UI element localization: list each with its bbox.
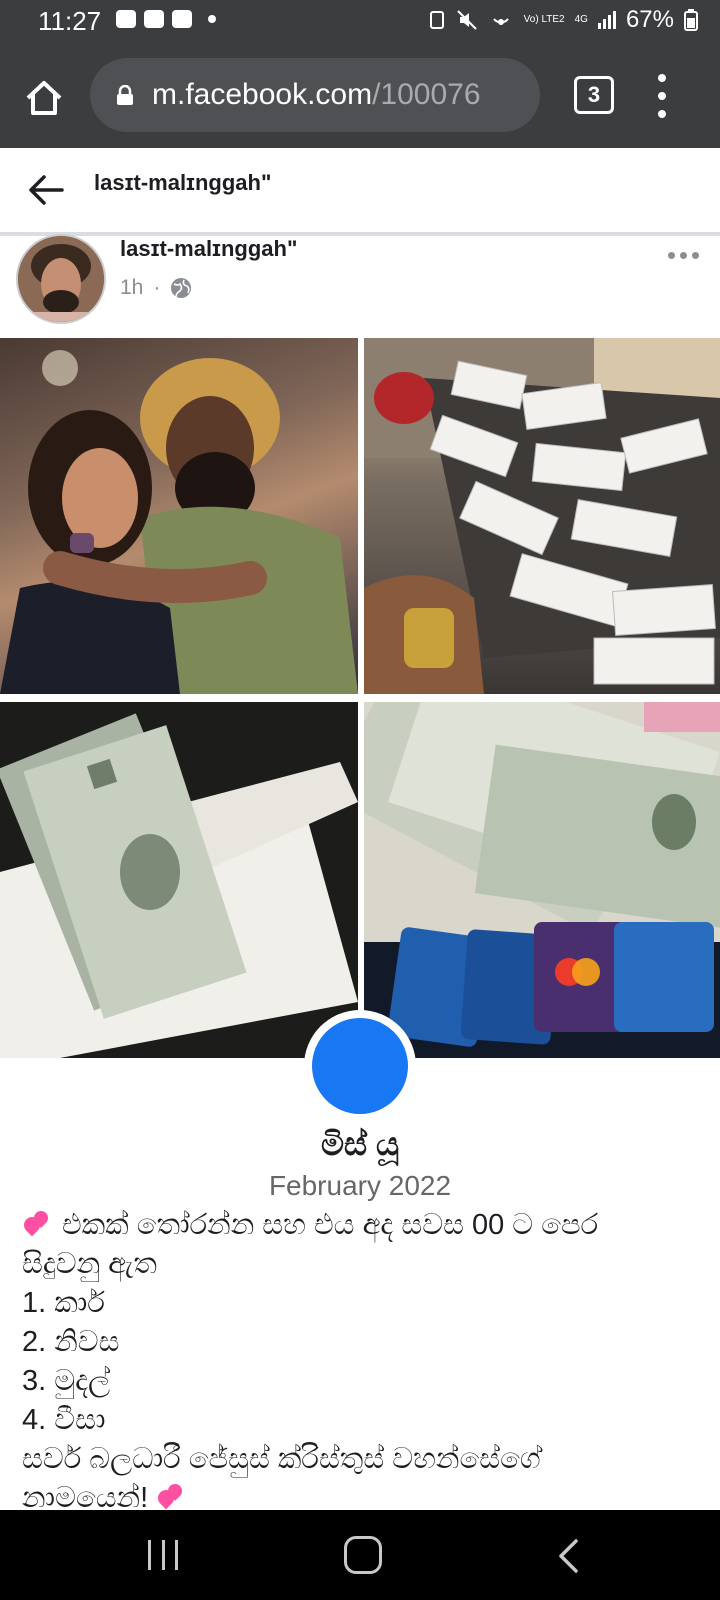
group-avatar[interactable]: [304, 1010, 416, 1122]
more-notifications-icon: [208, 15, 216, 23]
envelopes-photo-illustration: [364, 338, 720, 694]
system-navigation-bar: [0, 1510, 720, 1600]
post-body-line: සර්ව බලධාරී ජේසුස් ක්රිස්තුස් වහන්සේගේ: [22, 1443, 541, 1475]
heart-emoji-icon: [154, 1481, 188, 1510]
page-header: lasɪt-malɪnggah": [0, 148, 720, 236]
notification-icons: [116, 10, 216, 28]
cash-cards-illustration: [364, 702, 720, 1058]
couple-photo-illustration: [0, 350, 358, 694]
avatar-photo: [18, 236, 104, 322]
group-name[interactable]: මිස් යූ: [0, 1126, 720, 1164]
post-author-name[interactable]: lasɪt-malɪnggah": [120, 236, 297, 262]
globe-icon: [171, 278, 192, 298]
battery-saver-icon: [429, 11, 444, 29]
post-options-button[interactable]: [668, 252, 699, 259]
status-time: 11:27: [38, 6, 102, 36]
status-right: Vo) LTE2 4G 67%: [428, 6, 698, 34]
post-photo-cash-envelope[interactable]: [0, 702, 358, 1058]
battery-percent: 67%: [625, 6, 674, 33]
youtube-notification-icon: [172, 10, 192, 28]
author-avatar[interactable]: [16, 234, 106, 324]
home-icon[interactable]: [22, 76, 66, 120]
tab-switcher-button[interactable]: 3: [574, 76, 614, 114]
status-bar: 11:27 Vo) LTE2 4G 67%: [0, 0, 720, 46]
address-bar[interactable]: m.facebook.com/100076: [90, 58, 540, 132]
post-body-line: 4. වීසා: [22, 1404, 106, 1436]
heart-emoji-icon: [20, 1208, 54, 1237]
youtube-notification-icon: [144, 10, 164, 28]
post-photo-couple[interactable]: [0, 338, 358, 694]
post-body-line: එකක් තෝරන්න සහ එය අද සවස 00 ට පෙර: [20, 1206, 712, 1245]
group-avatar-image: [312, 1018, 408, 1114]
network-label: Vo) LTE2: [523, 14, 565, 25]
lock-icon: [117, 85, 133, 105]
group-date: February 2022: [268, 1170, 452, 1201]
back-arrow-icon[interactable]: [24, 168, 68, 212]
post-body-line: 1. කාර්: [22, 1287, 105, 1319]
recents-icon[interactable]: [148, 1540, 178, 1570]
system-back-icon[interactable]: [554, 1538, 584, 1574]
browser-menu-icon[interactable]: [654, 74, 670, 118]
cash-envelope-illustration: [0, 702, 358, 1058]
post-text-line: එකක් තෝරන්න සහ එය අද සවස 00 ට පෙර: [62, 1209, 599, 1241]
post-body-line: 3. මුදල්: [22, 1365, 111, 1397]
post-meta: 1h ·: [120, 276, 192, 300]
mute-icon: [456, 10, 477, 30]
post-time[interactable]: 1h: [120, 276, 143, 300]
post-body: එකක් තෝරන්න සහ එය අද සවස 00 ට පෙර සිදුවන…: [20, 1206, 712, 1518]
battery-icon: [684, 9, 698, 31]
hotspot-icon: [492, 18, 509, 25]
gallery-notification-icon: [116, 10, 136, 28]
network-gen-label: 4G: [574, 14, 588, 25]
post-photo-cash-cards[interactable]: [364, 702, 720, 1058]
signal-icon: [597, 11, 616, 29]
page-title: lasɪt-malɪnggah": [94, 170, 272, 195]
home-button-icon[interactable]: [344, 1536, 382, 1574]
url-text: m.facebook.com/100076: [152, 78, 481, 112]
browser-toolbar: m.facebook.com/100076 3: [0, 46, 720, 148]
url-path: /100076: [372, 78, 481, 111]
post-body-line: සිදුවනු ඇත: [22, 1248, 157, 1280]
post-photo-envelopes[interactable]: [364, 338, 720, 694]
url-domain: m.facebook.com: [152, 78, 373, 111]
meta-separator: ·: [153, 276, 161, 299]
post-body-line: 2. නිවස: [22, 1326, 120, 1358]
